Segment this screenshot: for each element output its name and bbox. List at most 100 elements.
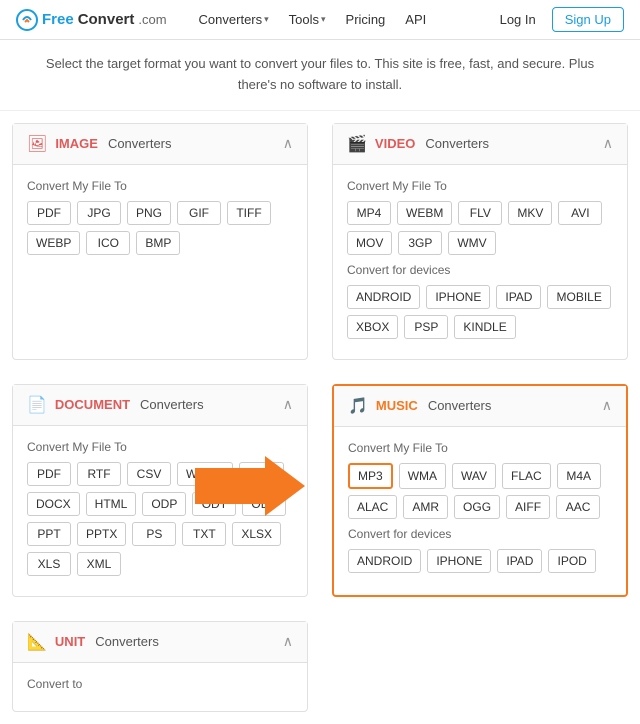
format-btn-mov[interactable]: MOV [347,231,392,255]
logo-icon [16,9,38,31]
document-title-word: DOCUMENT [55,397,130,412]
format-btn-odt[interactable]: ODT [192,492,236,516]
format-btn-3gp[interactable]: 3GP [398,231,442,255]
format-btn-alac[interactable]: ALAC [348,495,397,519]
format-btn-ps[interactable]: PS [132,522,176,546]
main-grid: 🖼 IMAGE Converters ∧ Convert My File To … [0,111,640,724]
format-btn-psp[interactable]: PSP [404,315,448,339]
video-card: 🎬 VIDEO Converters ∧ Convert My File To … [332,123,628,360]
image-title-word: IMAGE [55,136,98,151]
video-section-label: Convert My File To [347,179,613,193]
format-btn-mp4[interactable]: MP4 [347,201,391,225]
music-card-body: Convert My File To MP3WMAWAVFLACM4AALACA… [334,427,626,593]
format-btn-rtf[interactable]: RTF [77,462,121,486]
format-btn-android[interactable]: ANDROID [347,285,420,309]
format-btn-mp3[interactable]: MP3 [348,463,393,489]
format-btn-kindle[interactable]: KINDLE [454,315,515,339]
nav-converters[interactable]: Converters ▾ [191,8,277,31]
unit-card-body: Convert to [13,663,307,711]
format-btn-xls[interactable]: XLS [27,552,71,576]
login-button[interactable]: Log In [492,8,544,31]
music-section-label: Convert My File To [348,441,612,455]
format-btn-html[interactable]: HTML [86,492,137,516]
format-btn-gif[interactable]: GIF [177,201,221,225]
format-btn-android[interactable]: ANDROID [348,549,421,573]
format-btn-ico[interactable]: ICO [86,231,130,255]
format-btn-flv[interactable]: FLV [458,201,502,225]
nav-links: Converters ▾ Tools ▾ Pricing API [191,8,492,31]
unit-title-word: UNIT [55,634,85,649]
document-card: 📄 DOCUMENT Converters ∧ Convert My File … [12,384,308,597]
image-format-grid: PDFJPGPNGGIFTIFF WEBPICOBMP [27,201,293,255]
format-btn-webp[interactable]: WEBP [27,231,80,255]
converters-chevron: ▾ [264,14,269,25]
format-btn-tiff[interactable]: TIFF [227,201,271,225]
format-btn-wav[interactable]: WAV [452,463,496,489]
format-btn-txt[interactable]: TXT [182,522,226,546]
signup-button[interactable]: Sign Up [552,7,624,32]
music-collapse-icon[interactable]: ∧ [602,397,612,414]
document-card-body: Convert My File To PDFRTFCSVWORDDOCDOCXH… [13,426,307,596]
format-btn-amr[interactable]: AMR [403,495,448,519]
format-btn-bmp[interactable]: BMP [136,231,180,255]
video-format-grid: MP4WEBMFLVMKVAVI MOV3GPWMV [347,201,613,255]
video-collapse-icon[interactable]: ∧ [603,135,613,152]
format-btn-doc[interactable]: DOC [239,462,284,486]
format-btn-xbox[interactable]: XBOX [347,315,398,339]
format-btn-ipad[interactable]: IPAD [497,549,542,573]
format-btn-png[interactable]: PNG [127,201,171,225]
nav-pricing[interactable]: Pricing [338,8,394,31]
format-btn-aiff[interactable]: AIFF [506,495,550,519]
format-btn-pdf[interactable]: PDF [27,462,71,486]
image-card: 🖼 IMAGE Converters ∧ Convert My File To … [12,123,308,360]
format-btn-mkv[interactable]: MKV [508,201,552,225]
image-title-rest: Converters [108,136,172,151]
subtitle: Select the target format you want to con… [0,40,640,111]
format-btn-odp[interactable]: ODP [142,492,186,516]
format-btn-iphone[interactable]: IPHONE [427,549,491,573]
format-btn-wmv[interactable]: WMV [448,231,495,255]
document-card-header: 📄 DOCUMENT Converters ∧ [13,385,307,426]
document-collapse-icon[interactable]: ∧ [283,396,293,413]
format-btn-pdf[interactable]: PDF [27,201,71,225]
format-btn-ods[interactable]: ODS [242,492,286,516]
document-title-rest: Converters [140,397,204,412]
format-btn-ppt[interactable]: PPT [27,522,71,546]
image-section-label: Convert My File To [27,179,293,193]
music-card-header-left: 🎵 MUSIC Converters [348,396,491,416]
logo-convert: Convert [78,11,135,28]
format-btn-avi[interactable]: AVI [558,201,602,225]
video-card-body: Convert My File To MP4WEBMFLVMKVAVI MOV3G… [333,165,627,359]
image-card-icon: 🖼 [27,134,47,154]
unit-card-icon: 📐 [27,632,47,652]
format-btn-ogg[interactable]: OGG [454,495,500,519]
format-btn-ipad[interactable]: IPAD [496,285,541,309]
format-btn-jpg[interactable]: JPG [77,201,121,225]
video-card-icon: 🎬 [347,134,367,154]
format-btn-iphone[interactable]: IPHONE [426,285,490,309]
nav-tools[interactable]: Tools ▾ [281,8,334,31]
format-btn-m4a[interactable]: M4A [557,463,601,489]
video-card-header: 🎬 VIDEO Converters ∧ [333,124,627,165]
format-btn-mobile[interactable]: MOBILE [547,285,610,309]
image-collapse-icon[interactable]: ∧ [283,135,293,152]
format-btn-word[interactable]: WORD [177,462,233,486]
nav-api[interactable]: API [397,8,434,31]
format-btn-pptx[interactable]: PPTX [77,522,126,546]
format-btn-docx[interactable]: DOCX [27,492,80,516]
format-btn-ipod[interactable]: IPOD [548,549,595,573]
format-btn-xml[interactable]: XML [77,552,121,576]
format-btn-flac[interactable]: FLAC [502,463,551,489]
format-btn-aac[interactable]: AAC [556,495,600,519]
format-btn-xlsx[interactable]: XLSX [232,522,281,546]
unit-collapse-icon[interactable]: ∧ [283,633,293,650]
format-btn-webm[interactable]: WEBM [397,201,452,225]
format-btn-csv[interactable]: CSV [127,462,171,486]
logo[interactable]: FreeConvert.com [16,9,167,31]
format-btn-wma[interactable]: WMA [399,463,446,489]
music-card-icon: 🎵 [348,396,368,416]
logo-free: Free [42,11,74,28]
music-title-rest: Converters [428,398,492,413]
music-format-grid: MP3WMAWAVFLACM4A ALACAMROGGAIFFAAC [348,463,612,519]
document-format-grid: PDFRTFCSVWORDDOC DOCXHTMLODPODTODS PPTPPTX… [27,462,293,576]
